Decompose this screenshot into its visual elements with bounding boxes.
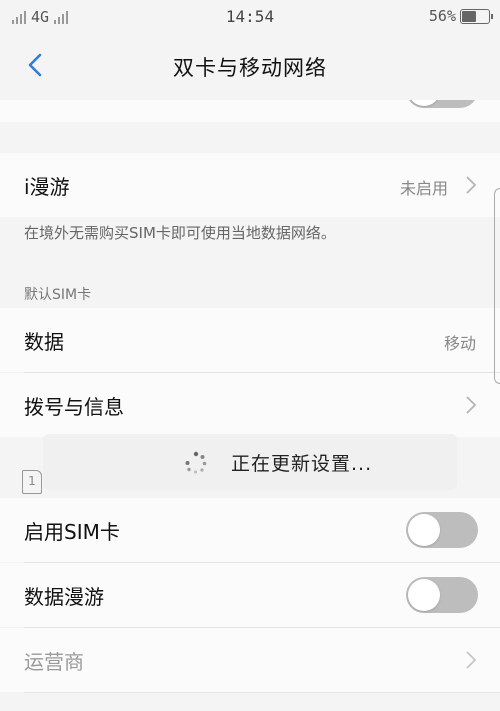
- data-roaming-toggle[interactable]: [406, 577, 478, 613]
- battery-percent: 56%: [428, 7, 456, 25]
- sim-card-icon: 1: [22, 470, 42, 494]
- status-right: 56%: [428, 7, 493, 25]
- data-sim-value: 移动: [443, 334, 476, 353]
- toast-message: 正在更新设置...: [231, 453, 373, 475]
- data-roaming-row: 数据漫游: [0, 563, 500, 627]
- iroaming-label: i漫游: [24, 175, 70, 199]
- data-sim-label: 数据: [24, 330, 64, 354]
- loading-spinner-icon: [185, 451, 207, 474]
- chevron-right-icon: [466, 176, 477, 194]
- enable-sim-toggle[interactable]: [406, 512, 478, 548]
- iroaming-caption: 在境外无需购买SIM卡即可使用当地数据网络。: [24, 224, 336, 242]
- carrier-row[interactable]: 运营商: [0, 628, 500, 692]
- scroll-indicator[interactable]: [494, 188, 500, 384]
- divider: [24, 692, 500, 693]
- page-title: 双卡与移动网络: [173, 56, 327, 80]
- data-sim-row[interactable]: 数据 移动: [0, 308, 500, 372]
- chevron-right-icon: [466, 396, 477, 414]
- enable-sim-row: 启用SIM卡: [0, 498, 500, 562]
- enable-sim-label: 启用SIM卡: [24, 520, 120, 544]
- nav-bar: 双卡与移动网络: [0, 32, 500, 100]
- chevron-right-icon: [466, 651, 477, 669]
- dial-sms-label: 拨号与信息: [24, 395, 124, 419]
- data-roaming-label: 数据漫游: [24, 585, 104, 609]
- default-sim-header: 默认SIM卡: [24, 287, 92, 303]
- battery-icon: [460, 8, 493, 24]
- carrier-label: 运营商: [24, 650, 84, 674]
- status-bar: 4G 14:54 56%: [0, 0, 500, 32]
- status-time: 14:54: [225, 7, 275, 26]
- iroaming-row[interactable]: i漫游 未启用: [0, 153, 500, 217]
- toast: 正在更新设置...: [43, 434, 457, 490]
- dial-sms-row[interactable]: 拨号与信息: [0, 373, 500, 437]
- iroaming-value: 未启用: [399, 179, 448, 198]
